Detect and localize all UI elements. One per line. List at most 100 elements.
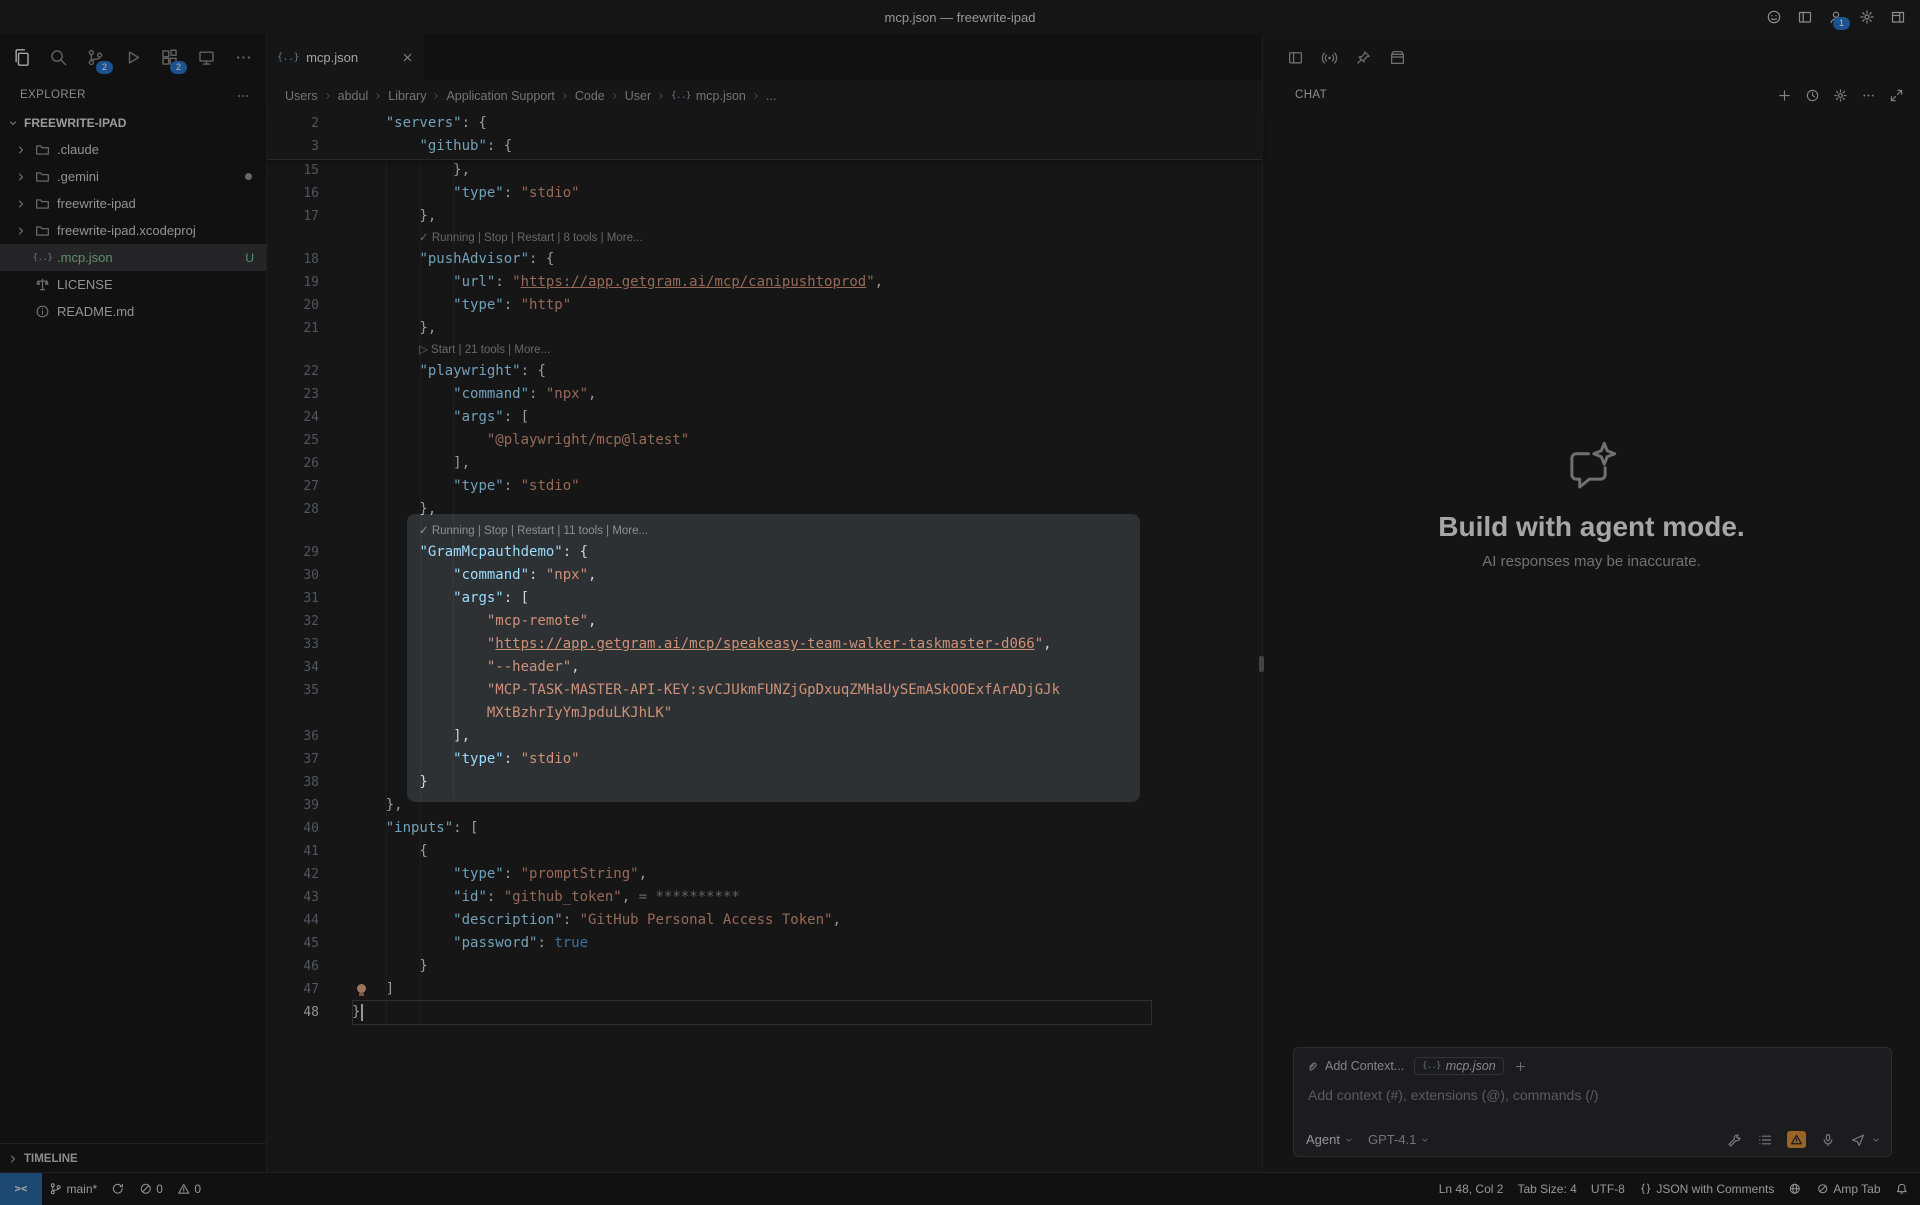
panel-layout-icon[interactable]	[1287, 47, 1304, 67]
code-line[interactable]: 25 "@playwright/mcp@latest"	[267, 429, 1262, 452]
code-line[interactable]: 41 {	[267, 840, 1262, 863]
history-icon[interactable]	[1805, 88, 1820, 103]
more-actions-icon[interactable]	[1861, 88, 1876, 103]
code-line[interactable]: 23 "command": "npx",	[267, 383, 1262, 406]
tree-item-freewrite-ipad[interactable]: freewrite-ipad	[0, 190, 266, 217]
code-line[interactable]: 28 },	[267, 498, 1262, 521]
code-line[interactable]: 21 },	[267, 317, 1262, 340]
git-branch[interactable]: main*	[42, 1173, 104, 1205]
instructions-icon[interactable]	[1757, 1132, 1773, 1148]
code-line[interactable]: 15 },	[267, 159, 1262, 182]
tools-icon[interactable]	[1727, 1132, 1743, 1148]
maximize-panel-icon[interactable]	[1889, 88, 1904, 103]
live-preview-icon[interactable]	[195, 46, 218, 69]
remote-indicator[interactable]: ><	[0, 1173, 42, 1205]
code-line[interactable]: 26 ],	[267, 452, 1262, 475]
breadcrumb-item[interactable]: Application Support	[446, 89, 554, 103]
mic-icon[interactable]	[1820, 1132, 1836, 1148]
code-line[interactable]: 30 "command": "npx",	[267, 564, 1262, 587]
warning-icon[interactable]	[1787, 1131, 1806, 1148]
tree-item-gemini[interactable]: .gemini	[0, 163, 266, 190]
close-icon[interactable]	[401, 51, 414, 64]
code-line[interactable]: 29 "GramMcpauthdemo": {	[267, 541, 1262, 564]
sync-status[interactable]	[104, 1173, 132, 1205]
code-line[interactable]: 2 "servers": {	[267, 112, 1262, 135]
tree-item-readme-md[interactable]: README.md	[0, 298, 266, 325]
explorer-more-icon[interactable]	[236, 87, 250, 103]
mode-picker[interactable]: Agent	[1306, 1132, 1354, 1147]
cursor-position[interactable]: Ln 48, Col 2	[1432, 1173, 1511, 1205]
timeline-section[interactable]: TIMELINE	[0, 1143, 266, 1173]
tree-item-license[interactable]: LICENSE	[0, 271, 266, 298]
code-line[interactable]: 42 "type": "promptString",	[267, 863, 1262, 886]
breadcrumb-item[interactable]: abdul	[338, 89, 369, 103]
model-picker[interactable]: GPT-4.1	[1368, 1132, 1430, 1147]
browser-status[interactable]	[1781, 1173, 1809, 1205]
code-line[interactable]: MXtBzhrIyYmJpduLKJhLK"	[267, 702, 1262, 725]
settings-gear-icon[interactable]	[1859, 9, 1875, 25]
codelens-text[interactable]: ✓ Running | Stop | Restart | 8 tools | M…	[319, 228, 643, 248]
code-line[interactable]: 38 }	[267, 771, 1262, 794]
code-line[interactable]: 17 },	[267, 205, 1262, 228]
context-file-chip[interactable]: mcp.json	[1414, 1057, 1504, 1075]
tab-mcp-json[interactable]: mcp.json	[267, 34, 425, 80]
send-options-icon[interactable]	[1871, 1135, 1881, 1145]
notifications-bell[interactable]	[1888, 1173, 1920, 1205]
extensions-icon[interactable]: 2	[158, 46, 181, 69]
code-line[interactable]: 31 "args": [	[267, 587, 1262, 610]
breadcrumb-item[interactable]: User	[625, 89, 651, 103]
breadcrumb-item[interactable]: Users	[285, 89, 318, 103]
add-context-button[interactable]: Add Context...	[1306, 1059, 1404, 1073]
code-line[interactable]: 22 "playwright": {	[267, 360, 1262, 383]
tree-item-claude[interactable]: .claude	[0, 136, 266, 163]
customize-layout-icon[interactable]	[1890, 9, 1906, 25]
code-line[interactable]: 39 },	[267, 794, 1262, 817]
language-mode[interactable]: JSON with Comments	[1632, 1173, 1782, 1205]
error-count[interactable]: 0	[132, 1173, 170, 1205]
tree-item-freewrite-ipad-xcodeproj[interactable]: freewrite-ipad.xcodeproj	[0, 217, 266, 244]
search-icon[interactable]	[47, 46, 70, 69]
code-line[interactable]: 44 "description": "GitHub Personal Acces…	[267, 909, 1262, 932]
code-line[interactable]: 35 "MCP-TASK-MASTER-API-KEY:svCJUkmFUNZj…	[267, 679, 1262, 702]
run-and-debug-icon[interactable]	[121, 46, 144, 69]
amp-tab[interactable]: Amp Tab	[1809, 1173, 1888, 1205]
indentation[interactable]: Tab Size: 4	[1510, 1173, 1583, 1205]
breadcrumb-item[interactable]: Library	[388, 89, 426, 103]
warning-count[interactable]: 0	[170, 1173, 208, 1205]
code-line[interactable]: 36 ],	[267, 725, 1262, 748]
breadcrumb-item[interactable]: ...	[766, 89, 776, 103]
source-control-icon[interactable]: 2	[84, 46, 107, 69]
code-line[interactable]: 37 "type": "stdio"	[267, 748, 1262, 771]
package-icon[interactable]	[1389, 47, 1406, 67]
pin-icon[interactable]	[1355, 47, 1372, 67]
tree-root-folder[interactable]: FREEWRITE-IPAD	[0, 110, 266, 136]
code-line[interactable]: 48}	[267, 1001, 1262, 1024]
code-line[interactable]: 45 "password": true	[267, 932, 1262, 955]
code-line[interactable]: 20 "type": "http"	[267, 294, 1262, 317]
code-line[interactable]: 27 "type": "stdio"	[267, 475, 1262, 498]
code-line[interactable]: 43 "id": "github_token", = **********	[267, 886, 1262, 909]
chat-input[interactable]	[1306, 1086, 1879, 1104]
code-line[interactable]: 16 "type": "stdio"	[267, 182, 1262, 205]
code-line[interactable]: 18 "pushAdvisor": {	[267, 248, 1262, 271]
settings-icon[interactable]	[1833, 88, 1848, 103]
code-line[interactable]: 19 "url": "https://app.getgram.ai/mcp/ca…	[267, 271, 1262, 294]
copilot-icon[interactable]	[1766, 9, 1782, 25]
codelens-text[interactable]: ✓ Running | Stop | Restart | 11 tools | …	[319, 521, 648, 541]
layout-panel-icon[interactable]	[1797, 9, 1813, 25]
explorer-icon[interactable]	[10, 46, 33, 69]
broadcast-icon[interactable]	[1321, 47, 1338, 67]
code-line[interactable]: 24 "args": [	[267, 406, 1262, 429]
add-file-icon[interactable]	[1514, 1060, 1527, 1073]
breadcrumb-item[interactable]: Code	[575, 89, 605, 103]
code-line[interactable]: 3 "github": {	[267, 135, 1262, 158]
new-chat-icon[interactable]	[1777, 88, 1792, 103]
code-line[interactable]: 33 "https://app.getgram.ai/mcp/speakeasy…	[267, 633, 1262, 656]
code-line[interactable]: 47 ]	[267, 978, 1262, 1001]
code-line[interactable]: 32 "mcp-remote",	[267, 610, 1262, 633]
code-line[interactable]: 46 }	[267, 955, 1262, 978]
send-icon[interactable]	[1850, 1132, 1866, 1148]
panel-resize-handle[interactable]	[1259, 656, 1264, 672]
breadcrumb-item[interactable]: mcp.json	[671, 89, 746, 103]
account-icon[interactable]: 1	[1828, 9, 1844, 25]
